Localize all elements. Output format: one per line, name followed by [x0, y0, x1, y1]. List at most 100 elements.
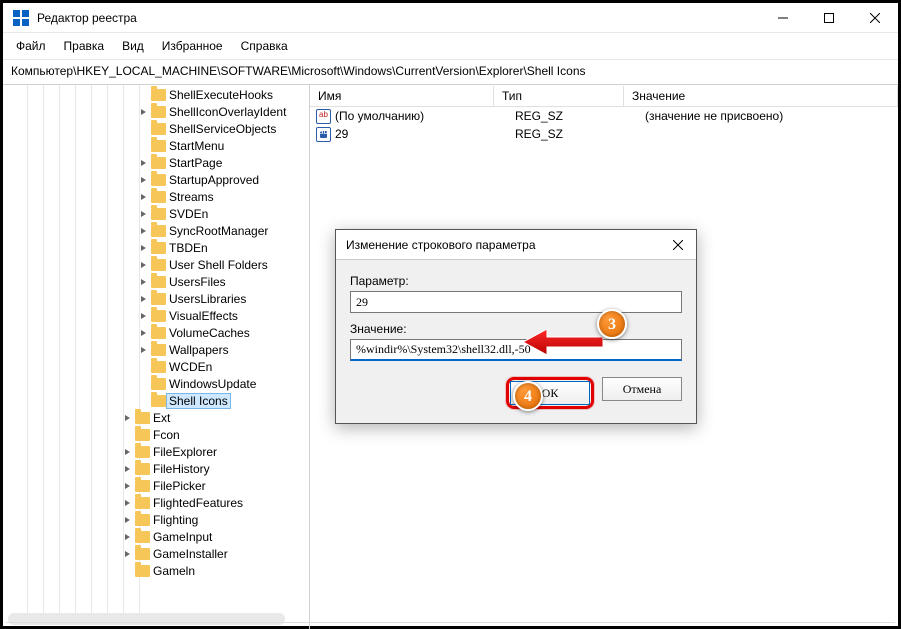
close-button[interactable]	[852, 3, 898, 33]
list-row[interactable]: (По умолчанию)REG_SZ(значение не присвое…	[310, 107, 898, 125]
col-value[interactable]: Значение	[624, 86, 898, 106]
tree-item[interactable]: TBDEn	[3, 239, 309, 256]
value-label: Значение:	[350, 322, 682, 336]
expand-icon[interactable]	[125, 499, 133, 507]
tree-item-label: StartupApproved	[169, 173, 259, 187]
tree-item[interactable]: VisualEffects	[3, 307, 309, 324]
expand-icon[interactable]	[141, 312, 149, 320]
tree-item-label: WindowsUpdate	[169, 377, 256, 391]
col-type[interactable]: Тип	[494, 86, 624, 106]
expand-icon[interactable]	[141, 108, 149, 116]
folder-icon	[151, 310, 166, 322]
expand-icon[interactable]	[141, 380, 149, 388]
expand-icon[interactable]	[125, 414, 133, 422]
tree-item[interactable]: ShellIconOverlayIdent	[3, 103, 309, 120]
tree-item[interactable]: VolumeCaches	[3, 324, 309, 341]
tree-item[interactable]: StartupApproved	[3, 171, 309, 188]
tree-item[interactable]: FileExplorer	[3, 443, 309, 460]
tree-item[interactable]: Flighting	[3, 511, 309, 528]
col-name[interactable]: Имя	[310, 86, 494, 106]
expand-icon[interactable]	[141, 346, 149, 354]
tree-pane[interactable]: ShellExecuteHooksShellIconOverlayIdent Sh…	[3, 85, 310, 629]
folder-icon	[151, 140, 166, 152]
address-bar[interactable]: Компьютер\HKEY_LOCAL_MACHINE\SOFTWARE\Mi…	[3, 60, 898, 85]
menu-fav[interactable]: Избранное	[153, 35, 232, 57]
list-row[interactable]: 29REG_SZ	[310, 125, 898, 143]
expand-icon[interactable]	[141, 329, 149, 337]
tree-item[interactable]: GameInput	[3, 528, 309, 545]
menu-view[interactable]: Вид	[113, 35, 153, 57]
tree-item-label: Fcon	[153, 428, 180, 442]
folder-icon	[135, 548, 150, 560]
tree-item-label: FilePicker	[153, 479, 206, 493]
tree-item[interactable]: WCDEn	[3, 358, 309, 375]
menu-file[interactable]: Файл	[7, 35, 55, 57]
tree-item[interactable]: Wallpapers	[3, 341, 309, 358]
tree-item[interactable]: FileHistory	[3, 460, 309, 477]
tree-item[interactable]: UsersLibraries	[3, 290, 309, 307]
maximize-button[interactable]	[806, 3, 852, 33]
expand-icon[interactable]	[125, 567, 133, 575]
expand-icon[interactable]	[141, 176, 149, 184]
menu-edit[interactable]: Правка	[55, 35, 114, 57]
expand-icon[interactable]	[125, 516, 133, 524]
tree-item[interactable]: User Shell Folders	[3, 256, 309, 273]
tree-item-label: GameInput	[153, 530, 212, 544]
tree-item[interactable]: FlightedFeatures	[3, 494, 309, 511]
tree-item[interactable]: Shell Icons	[3, 392, 309, 409]
folder-icon	[151, 378, 166, 390]
expand-icon[interactable]	[125, 465, 133, 473]
tree-item[interactable]: SyncRootManager	[3, 222, 309, 239]
tree-item-label: SVDEn	[169, 207, 208, 221]
expand-icon[interactable]	[141, 261, 149, 269]
tree-item[interactable]: StartMenu	[3, 137, 309, 154]
folder-icon	[135, 412, 150, 424]
expand-icon[interactable]	[141, 363, 149, 371]
expand-icon[interactable]	[125, 431, 133, 439]
expand-icon[interactable]	[141, 278, 149, 286]
tree-item[interactable]: ShellServiceObjects	[3, 120, 309, 137]
param-input[interactable]	[350, 291, 682, 313]
tree-item[interactable]: ShellExecuteHooks	[3, 86, 309, 103]
folder-icon	[151, 327, 166, 339]
value-input[interactable]	[350, 339, 682, 361]
expand-icon[interactable]	[141, 397, 149, 405]
expand-icon[interactable]	[141, 244, 149, 252]
tree-item[interactable]: Ext	[3, 409, 309, 426]
folder-icon	[151, 395, 166, 407]
cancel-button[interactable]: Отмена	[602, 377, 682, 401]
tree-item[interactable]: GameInstaller	[3, 545, 309, 562]
expand-icon[interactable]	[141, 210, 149, 218]
expand-icon[interactable]	[141, 125, 149, 133]
expand-icon[interactable]	[141, 159, 149, 167]
tree-item[interactable]: WindowsUpdate	[3, 375, 309, 392]
titlebar: Редактор реестра	[3, 3, 898, 33]
param-label: Параметр:	[350, 274, 682, 288]
tree-item[interactable]: Gameln	[3, 562, 309, 579]
expand-icon[interactable]	[125, 482, 133, 490]
expand-icon[interactable]	[141, 142, 149, 150]
minimize-button[interactable]	[760, 3, 806, 33]
expand-icon[interactable]	[141, 91, 149, 99]
tree-item[interactable]: StartPage	[3, 154, 309, 171]
expand-icon[interactable]	[125, 533, 133, 541]
tree-item-label: SyncRootManager	[169, 224, 268, 238]
menu-help[interactable]: Справка	[232, 35, 297, 57]
string-value-icon	[316, 127, 331, 142]
tree-item[interactable]: FilePicker	[3, 477, 309, 494]
tree-item[interactable]: Fcon	[3, 426, 309, 443]
dialog-close-button[interactable]	[660, 230, 696, 260]
folder-icon	[151, 208, 166, 220]
tree-item-label: GameInstaller	[153, 547, 228, 561]
expand-icon[interactable]	[141, 227, 149, 235]
expand-icon[interactable]	[125, 550, 133, 558]
expand-icon[interactable]	[141, 193, 149, 201]
folder-icon	[151, 259, 166, 271]
tree-item[interactable]: UsersFiles	[3, 273, 309, 290]
folder-icon	[151, 89, 166, 101]
expand-icon[interactable]	[125, 448, 133, 456]
tree-item[interactable]: Streams	[3, 188, 309, 205]
tree-item-label: ShellServiceObjects	[169, 122, 276, 136]
tree-item[interactable]: SVDEn	[3, 205, 309, 222]
expand-icon[interactable]	[141, 295, 149, 303]
